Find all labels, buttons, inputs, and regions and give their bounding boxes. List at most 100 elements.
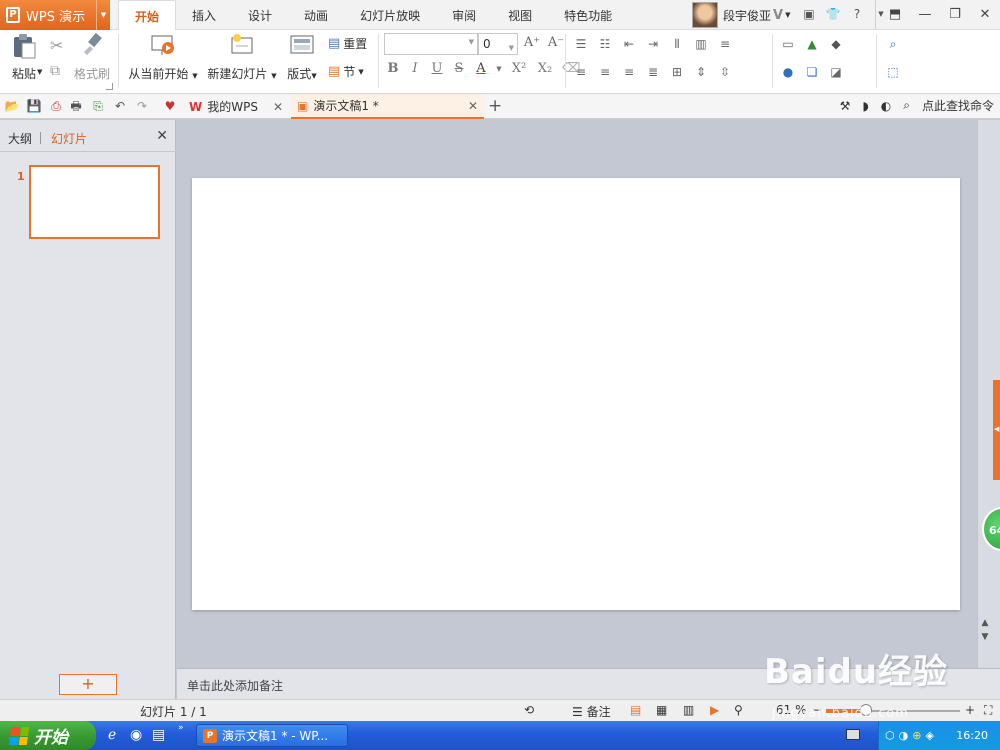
chevron-down-icon[interactable]: ▼ [496, 65, 502, 73]
shrink-font-icon[interactable]: A⁻ [547, 35, 565, 51]
chevron-right-icon[interactable]: » [178, 723, 184, 733]
tab-special-features[interactable]: 特色功能 [548, 0, 628, 30]
columns-icon[interactable]: ▥ [692, 36, 710, 52]
pin-icon[interactable]: ⚲ [734, 703, 743, 717]
align-right-icon[interactable]: ≡ [620, 64, 638, 80]
tab-design[interactable]: 设计 [232, 0, 288, 30]
font-name-select[interactable]: ▼ [384, 33, 478, 55]
section-button[interactable]: ▤ 节 ▼ [328, 63, 364, 80]
chevron-down-icon[interactable]: ▼ [785, 11, 790, 19]
fill-icon[interactable]: ◆ [827, 36, 845, 52]
ie-icon[interactable]: ℯ [108, 727, 116, 743]
justify-icon[interactable]: ≣ [644, 64, 662, 80]
heart-icon[interactable]: ♥ [162, 98, 178, 114]
subscript-button[interactable]: X₂ [536, 61, 554, 76]
shapes-icon[interactable]: ● [779, 64, 797, 80]
new-tab-button[interactable]: + [488, 96, 502, 116]
grow-font-icon[interactable]: A⁺ [523, 35, 541, 51]
export-pdf-icon[interactable]: ⎙ [48, 98, 64, 114]
font-color-button[interactable]: A [474, 61, 488, 76]
notes-toggle[interactable]: ☰ 备注 [572, 703, 611, 720]
clipboard-launcher[interactable] [106, 83, 113, 90]
help-icon[interactable]: ? [848, 5, 866, 23]
text-box-icon[interactable]: ▭ [779, 36, 797, 52]
tab-slides[interactable]: 幻灯片 [51, 130, 87, 147]
normal-view-icon[interactable]: ▤ [630, 703, 641, 717]
tab-home[interactable]: 开始 [118, 0, 177, 31]
search-icon[interactable]: ⌕ [903, 98, 910, 113]
find-command-link[interactable]: 点此查找命令 [922, 97, 994, 114]
paragraph-spacing-icon[interactable]: ⇕ [692, 64, 710, 80]
open-folder-icon[interactable]: 📂 [4, 98, 20, 114]
copy-button[interactable]: ⧉ [50, 63, 60, 79]
slideshow-icon[interactable]: ▶ [710, 703, 719, 717]
chevron-down-icon[interactable]: ▼ [978, 630, 992, 644]
maximize-button[interactable]: ❐ [940, 0, 970, 30]
undo-icon[interactable]: ↶ [112, 98, 128, 114]
user-account[interactable]: 段宇俊亚 V ▼ [692, 0, 790, 30]
cut-button[interactable]: ✂ [50, 36, 63, 55]
tools-icon[interactable]: ⚒ [840, 99, 851, 113]
text-align-vertical-icon[interactable]: ⇳ [716, 64, 734, 80]
add-slide-button[interactable]: + [59, 674, 117, 695]
restore-ribbon-icon[interactable]: ⬒ [880, 0, 910, 30]
avatar[interactable] [692, 2, 718, 28]
text-direction-icon[interactable]: ⫴ [668, 36, 686, 52]
volume-icon[interactable]: ◈ [925, 729, 933, 742]
decrease-indent-icon[interactable]: ⇤ [620, 36, 638, 52]
chevron-down-icon[interactable]: ▼ [469, 38, 474, 46]
chevron-left-icon[interactable]: ◀ [994, 425, 999, 433]
skin-icon[interactable]: ▣ [800, 5, 818, 23]
print-preview-icon[interactable]: ⎘ [90, 98, 106, 114]
chevron-down-icon[interactable]: ▼ [311, 72, 316, 80]
find-icon[interactable]: ⌕ [884, 36, 902, 52]
tab-insert[interactable]: 插入 [176, 0, 232, 30]
italic-button[interactable]: I [408, 61, 422, 76]
chevron-down-icon[interactable]: ▼ [509, 38, 514, 58]
close-icon[interactable]: ✕ [273, 100, 283, 114]
tab-animation[interactable]: 动画 [288, 0, 344, 30]
history-icon[interactable]: ⟲ [524, 703, 534, 717]
chevron-down-icon[interactable]: ▼ [37, 68, 42, 76]
tab-view[interactable]: 视图 [492, 0, 548, 30]
start-button[interactable]: 开始 [0, 721, 96, 750]
line-spacing-icon[interactable]: ≡ [716, 36, 734, 52]
chevron-down-icon[interactable]: ▼ [271, 72, 276, 80]
increase-indent-icon[interactable]: ⇥ [644, 36, 662, 52]
align-center-icon[interactable]: ≡ [596, 64, 614, 80]
chevron-down-icon[interactable]: ▼ [96, 0, 110, 30]
align-left-icon[interactable]: ≡ [572, 64, 590, 80]
doc-tab-presentation[interactable]: ▣ 演示文稿1 * ✕ [291, 94, 484, 119]
strikethrough-button[interactable]: S [452, 61, 466, 76]
close-button[interactable]: ✕ [970, 0, 1000, 30]
user-name[interactable]: 段宇俊亚 [723, 7, 771, 24]
taskbar-item-presentation[interactable]: P 演示文稿1 * - WP... [196, 724, 348, 747]
media-icon[interactable]: ◉ [130, 727, 142, 743]
distribute-icon[interactable]: ⊞ [668, 64, 686, 80]
tab-review[interactable]: 审阅 [436, 0, 492, 30]
print-icon[interactable]: 🖶 [68, 98, 84, 114]
slide[interactable] [192, 178, 960, 610]
chevron-up-icon[interactable]: ▲ [978, 616, 992, 630]
zoom-in-button[interactable]: + [965, 703, 975, 717]
network-icon[interactable]: ⬡ [885, 729, 895, 742]
scroll-page-arrows[interactable]: ▲ ▼ [978, 616, 992, 644]
minimize-button[interactable]: — [910, 0, 940, 30]
slide-sorter-icon[interactable]: ▦ [656, 703, 667, 717]
play-from-current-button[interactable]: 从当前开始 ▼ [124, 32, 202, 82]
cloud-icon[interactable]: ◗ [862, 99, 868, 113]
font-size-select[interactable]: 0 ▼ [478, 33, 518, 55]
tab-slideshow[interactable]: 幻灯片放映 [344, 0, 436, 30]
picture-icon[interactable]: ▲ [803, 36, 821, 52]
fit-window-icon[interactable]: ⛶ [984, 703, 992, 718]
close-icon[interactable]: ✕ [468, 99, 478, 113]
shirt-icon[interactable]: 👕 [824, 5, 842, 23]
share-icon[interactable]: ◐ [881, 99, 891, 113]
select-icon[interactable]: ⬚ [884, 64, 902, 80]
chevron-down-icon[interactable]: ▼ [358, 68, 363, 76]
numbered-list-icon[interactable]: ☷ [596, 36, 614, 52]
close-icon[interactable]: ✕ [156, 128, 168, 144]
app-menu-button[interactable]: P WPS 演示 ▼ [0, 0, 110, 30]
show-desktop-icon[interactable]: ▤ [152, 727, 165, 743]
reading-view-icon[interactable]: ▥ [683, 703, 694, 717]
